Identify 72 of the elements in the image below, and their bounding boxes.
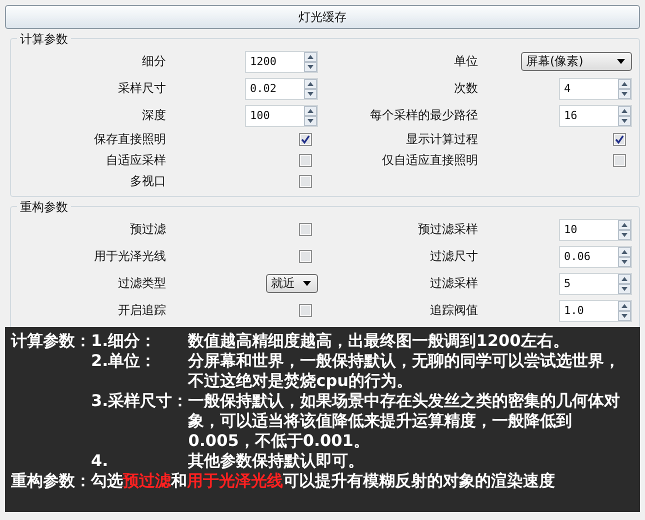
- checkbox[interactable]: [299, 133, 312, 146]
- spin-arrows-icon[interactable]: [304, 106, 317, 126]
- number-value: 1.0: [563, 303, 585, 319]
- number-field[interactable]: 100: [245, 104, 318, 126]
- note-number: 2.单位：: [91, 351, 158, 372]
- field-label: 显示计算过程: [406, 131, 478, 148]
- note-text: 一般保持默认，如果场景中存在头发丝之类的密集的几何体对象，可以适当将该值降低来提升运算精度，一般降低到0.005，不低于0.001。: [188, 391, 622, 451]
- checkbox[interactable]: [299, 250, 312, 263]
- number-value: 100: [249, 108, 271, 124]
- number-field[interactable]: 1.0: [559, 300, 632, 322]
- panel-title[interactable]: 灯光缓存: [5, 5, 640, 29]
- note-number: 1.细分：: [91, 331, 158, 351]
- field-label: 单位: [454, 53, 478, 70]
- number-field[interactable]: 0.06: [559, 246, 632, 268]
- number-field[interactable]: 10: [559, 218, 632, 240]
- dropdown[interactable]: 就近: [266, 274, 318, 293]
- number-value: 16: [563, 108, 578, 124]
- checkbox[interactable]: [299, 304, 312, 317]
- number-field[interactable]: 1200: [245, 50, 318, 72]
- checkbox[interactable]: [299, 175, 312, 188]
- number-value: 1200: [249, 54, 278, 70]
- note-number: 3.采样尺寸：: [91, 391, 188, 412]
- number-value: 0.02: [249, 81, 278, 97]
- checkbox[interactable]: [299, 223, 312, 236]
- spin-arrows-icon[interactable]: [304, 52, 317, 72]
- checkbox[interactable]: [613, 154, 626, 167]
- spin-arrows-icon[interactable]: [618, 106, 631, 126]
- spin-arrows-icon[interactable]: [618, 220, 631, 240]
- number-value: 0.06: [563, 249, 592, 265]
- field-label: 预过滤采样: [418, 221, 478, 238]
- number-value: 10: [563, 222, 578, 238]
- spin-arrows-icon[interactable]: [618, 274, 631, 294]
- dropdown[interactable]: 屏幕(像素): [521, 52, 632, 71]
- spin-arrows-icon[interactable]: [618, 300, 631, 320]
- field-label: 过滤采样: [430, 275, 478, 292]
- group-title: 重构参数: [17, 199, 71, 216]
- spin-arrows-icon[interactable]: [618, 246, 631, 266]
- number-field[interactable]: 16: [559, 104, 632, 126]
- number-value: 5: [563, 276, 572, 292]
- checkbox[interactable]: [613, 133, 626, 146]
- field-label: 过滤尺寸: [430, 248, 478, 265]
- note-number: 4.: [91, 451, 110, 471]
- number-value: 4: [563, 81, 572, 97]
- field-label: 仅自适应直接照明: [382, 152, 478, 169]
- spin-arrows-icon[interactable]: [304, 78, 317, 98]
- field-label: 每个采样的最少路径: [370, 107, 478, 124]
- field-label: 细分: [142, 53, 166, 70]
- group-title: 计算参数: [17, 31, 71, 48]
- field-label: 次数: [454, 80, 478, 97]
- field-label: 多视口: [130, 173, 166, 190]
- field-label: 开启追踪: [118, 302, 166, 319]
- note-text: 其他参数保持默认即可。: [188, 451, 366, 471]
- field-label: 自适应采样: [106, 152, 166, 169]
- note-heading: 重构参数：: [11, 471, 91, 491]
- caret-icon: [617, 59, 625, 64]
- number-field[interactable]: 0.02: [245, 78, 318, 100]
- number-field[interactable]: 4: [559, 78, 632, 100]
- field-label: 过滤类型: [118, 275, 166, 292]
- field-label: 采样尺寸: [118, 80, 166, 97]
- number-field[interactable]: 5: [559, 272, 632, 294]
- note-text: 分屏幕和世界，一般保持默认，无聊的同学可以尝试选世界，不过这绝对是焚烧cpu的行为。: [188, 351, 622, 391]
- note-text: 勾选预过滤和用于光泽光线可以提升有模糊反射的对象的渲染速度: [91, 471, 555, 491]
- spin-arrows-icon[interactable]: [618, 78, 631, 98]
- checkbox[interactable]: [299, 154, 312, 167]
- field-label: 预过滤: [130, 221, 166, 238]
- field-label: 用于光泽光线: [94, 248, 166, 265]
- field-label: 保存直接照明: [94, 131, 166, 148]
- field-label: 深度: [142, 107, 166, 124]
- caret-icon: [303, 281, 311, 286]
- note-heading: 计算参数：: [11, 331, 91, 352]
- field-label: 追踪阀值: [430, 302, 478, 319]
- note-text: 数值越高精细度越高，出最终图一般调到1200左右。: [188, 331, 570, 351]
